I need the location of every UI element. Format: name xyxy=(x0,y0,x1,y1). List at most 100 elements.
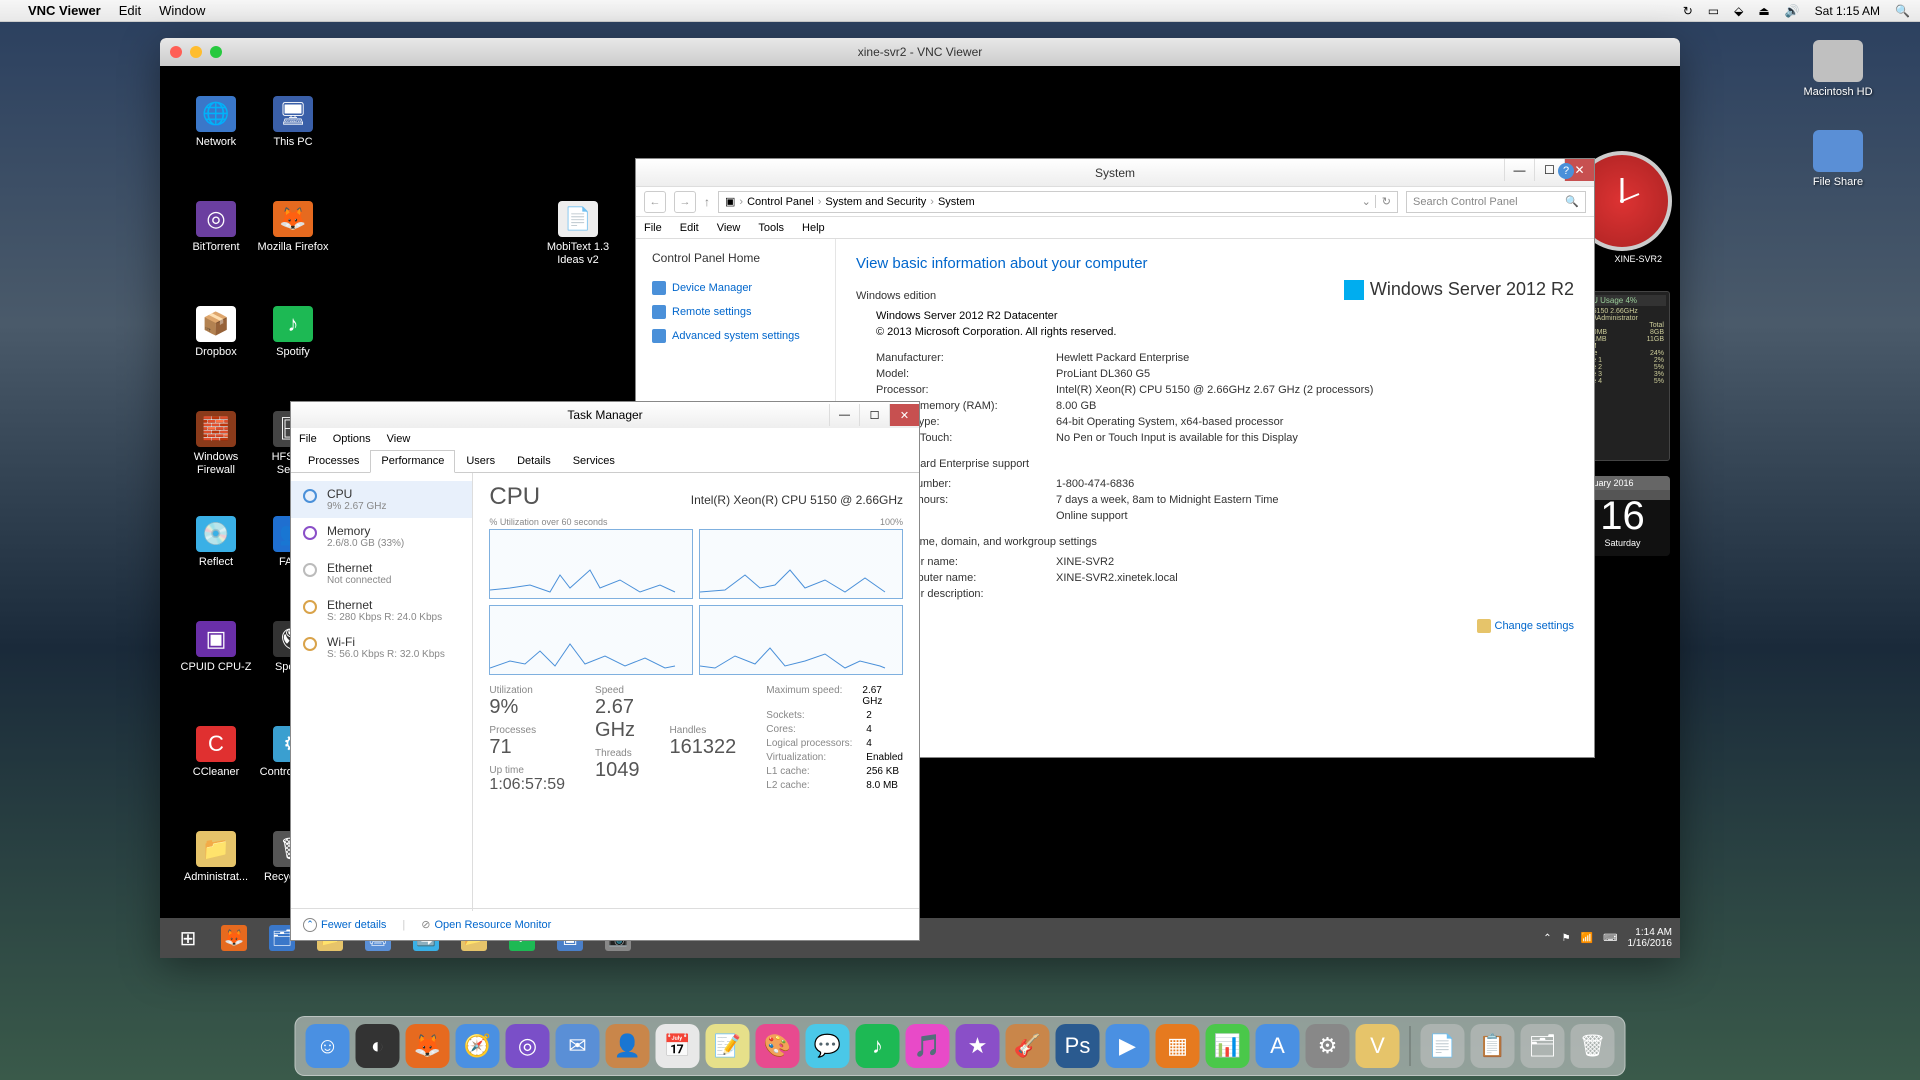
dock-item-12[interactable]: 🎵 xyxy=(906,1024,950,1068)
start-button[interactable]: ⊞ xyxy=(168,918,208,958)
dock-item-9[interactable]: 🎨 xyxy=(756,1024,800,1068)
eject-icon[interactable]: ⏏ xyxy=(1758,4,1769,18)
desktop-icon-network[interactable]: 🌐Network xyxy=(178,96,254,149)
tm-minimize-button[interactable]: — xyxy=(829,404,859,426)
dock-item-17[interactable]: ▦ xyxy=(1156,1024,1200,1068)
dock-item-5[interactable]: ✉ xyxy=(556,1024,600,1068)
tm-titlebar[interactable]: Task Manager — ☐ ✕ xyxy=(291,402,919,428)
dock-item-19[interactable]: A xyxy=(1256,1024,1300,1068)
dock-right-0[interactable]: 📄 xyxy=(1421,1024,1465,1068)
menu-tools[interactable]: Tools xyxy=(758,222,784,234)
dock-item-15[interactable]: Ps xyxy=(1056,1024,1100,1068)
tray-keyboard-icon[interactable]: ⌨ xyxy=(1603,933,1617,944)
desktop-icon-cpuid-cpu-z[interactable]: ▣CPUID CPU-Z xyxy=(178,621,254,674)
desktop-icon-spotify[interactable]: ♪Spotify xyxy=(255,306,331,359)
tm-side-cpu[interactable]: CPU9% 2.67 GHz xyxy=(291,481,472,518)
dock-right-1[interactable]: 📋 xyxy=(1471,1024,1515,1068)
desktop-icon-bittorrent[interactable]: ◎BitTorrent xyxy=(178,201,254,254)
breadcrumb[interactable]: ▣ › Control Panel › System and Security … xyxy=(718,191,1398,213)
tm-maximize-button[interactable]: ☐ xyxy=(859,404,889,426)
dock-item-16[interactable]: ▶ xyxy=(1106,1024,1150,1068)
desktop-icon-administrat-[interactable]: 📁Administrat... xyxy=(178,831,254,884)
refresh-icon[interactable]: ↻ xyxy=(1375,195,1391,208)
tm-menu-file[interactable]: File xyxy=(299,433,317,445)
nav-up-button[interactable]: ↑ xyxy=(704,195,710,209)
mac-menu-window[interactable]: Window xyxy=(159,3,205,18)
tab-users[interactable]: Users xyxy=(455,450,506,472)
tm-menu-view[interactable]: View xyxy=(387,433,411,445)
desktop-icon-mobitext-1-3-ideas-v2[interactable]: 📄MobiText 1.3 Ideas v2 xyxy=(540,201,616,267)
windows-desktop[interactable]: 🌐Network🖥This PC◎BitTorrent🦊Mozilla Fire… xyxy=(160,66,1680,958)
fewer-details-link[interactable]: ⌃ Fewer details xyxy=(303,918,386,932)
vnc-close-button[interactable] xyxy=(170,46,182,58)
device-manager-link[interactable]: Device Manager xyxy=(652,281,819,295)
tm-side-wi-fi[interactable]: Wi-FiS: 56.0 Kbps R: 32.0 Kbps xyxy=(291,629,472,666)
nav-back-button[interactable]: ← xyxy=(644,191,666,213)
wifi-icon[interactable]: ⬙ xyxy=(1734,4,1743,18)
mac-menu-edit[interactable]: Edit xyxy=(119,3,141,18)
time-machine-icon[interactable]: ↻ xyxy=(1683,4,1693,18)
menu-file[interactable]: File xyxy=(644,222,662,234)
taskbar-date[interactable]: 1/16/2016 xyxy=(1628,938,1673,949)
spotlight-icon[interactable]: 🔍 xyxy=(1895,4,1910,18)
dock-item-21[interactable]: V xyxy=(1356,1024,1400,1068)
tm-side-ethernet[interactable]: EthernetS: 280 Kbps R: 24.0 Kbps xyxy=(291,592,472,629)
desktop-icon-this-pc[interactable]: 🖥This PC xyxy=(255,96,331,149)
vnc-minimize-button[interactable] xyxy=(190,46,202,58)
taskbar-time[interactable]: 1:14 AM xyxy=(1628,927,1673,938)
dock-item-13[interactable]: ★ xyxy=(956,1024,1000,1068)
dock-item-20[interactable]: ⚙ xyxy=(1306,1024,1350,1068)
mac-hd-icon[interactable]: Macintosh HD xyxy=(1796,40,1880,98)
dock-right-3[interactable]: 🗑 xyxy=(1571,1024,1615,1068)
dock-item-0[interactable]: ☺ xyxy=(306,1024,350,1068)
dock-item-11[interactable]: ♪ xyxy=(856,1024,900,1068)
dock-item-14[interactable]: 🎸 xyxy=(1006,1024,1050,1068)
tm-close-button[interactable]: ✕ xyxy=(889,404,919,426)
open-resmon-link[interactable]: ⊘ Open Resource Monitor xyxy=(421,918,551,931)
advanced-settings-link[interactable]: Advanced system settings xyxy=(652,329,819,343)
system-minimize-button[interactable]: — xyxy=(1504,159,1534,181)
menu-help[interactable]: Help xyxy=(802,222,825,234)
dock-item-1[interactable]: ◐ xyxy=(356,1024,400,1068)
search-input[interactable]: Search Control Panel 🔍 xyxy=(1406,191,1586,213)
change-settings-link[interactable]: Change settings xyxy=(1477,619,1575,633)
dock-item-3[interactable]: 🧭 xyxy=(456,1024,500,1068)
system-tray[interactable]: ⌃ ⚑ 📶 ⌨ 1:14 AM 1/16/2016 xyxy=(1543,927,1672,949)
tray-action-center-icon[interactable]: ⚑ xyxy=(1562,933,1571,944)
desktop-icon-mozilla-firefox[interactable]: 🦊Mozilla Firefox xyxy=(255,201,331,254)
tab-performance[interactable]: Performance xyxy=(370,450,455,473)
dock-item-8[interactable]: 📝 xyxy=(706,1024,750,1068)
dock-item-6[interactable]: 👤 xyxy=(606,1024,650,1068)
mac-app-name[interactable]: VNC Viewer xyxy=(28,3,101,18)
mac-fileshare-icon[interactable]: File Share xyxy=(1796,130,1880,188)
tm-side-ethernet[interactable]: EthernetNot connected xyxy=(291,555,472,592)
nav-forward-button[interactable]: → xyxy=(674,191,696,213)
display-icon[interactable]: ▭ xyxy=(1708,4,1719,18)
tab-details[interactable]: Details xyxy=(506,450,562,472)
desktop-icon-reflect[interactable]: 💿Reflect xyxy=(178,516,254,569)
tray-network-icon[interactable]: 📶 xyxy=(1581,933,1593,944)
tm-side-memory[interactable]: Memory2.6/8.0 GB (33%) xyxy=(291,518,472,555)
menu-view[interactable]: View xyxy=(717,222,741,234)
volume-icon[interactable]: 🔊 xyxy=(1785,4,1800,18)
dock-item-18[interactable]: 📊 xyxy=(1206,1024,1250,1068)
vnc-zoom-button[interactable] xyxy=(210,46,222,58)
tab-processes[interactable]: Processes xyxy=(297,450,370,472)
menu-edit[interactable]: Edit xyxy=(680,222,699,234)
dock-item-10[interactable]: 💬 xyxy=(806,1024,850,1068)
vnc-titlebar[interactable]: xine-svr2 - VNC Viewer xyxy=(160,38,1680,66)
desktop-icon-windows-firewall[interactable]: 🧱Windows Firewall xyxy=(178,411,254,477)
dock-right-2[interactable]: 🗂 xyxy=(1521,1024,1565,1068)
desktop-icon-ccleaner[interactable]: CCCleaner xyxy=(178,726,254,779)
desktop-icon-dropbox[interactable]: 📦Dropbox xyxy=(178,306,254,359)
dock-item-4[interactable]: ◎ xyxy=(506,1024,550,1068)
dock-item-2[interactable]: 🦊 xyxy=(406,1024,450,1068)
taskbar-item[interactable]: 🦊 xyxy=(212,920,256,956)
help-icon[interactable]: ? xyxy=(1558,163,1574,179)
breadcrumb-dropdown-icon[interactable]: ⌄ xyxy=(1362,195,1371,208)
mac-clock[interactable]: Sat 1:15 AM xyxy=(1815,4,1880,18)
system-titlebar[interactable]: System — ☐ ✕ xyxy=(636,159,1594,187)
dock-item-7[interactable]: 📅 xyxy=(656,1024,700,1068)
tab-services[interactable]: Services xyxy=(562,450,626,472)
tray-up-icon[interactable]: ⌃ xyxy=(1543,933,1551,944)
